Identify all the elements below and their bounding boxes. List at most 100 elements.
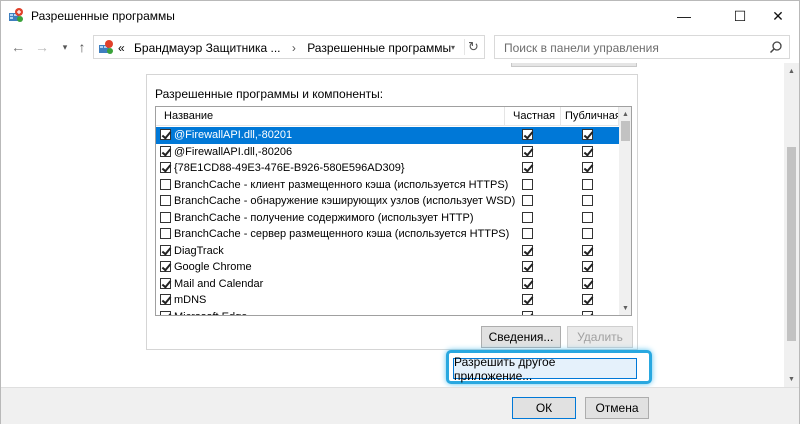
list-item[interactable]: BranchCache - получение содержимого (исп… — [156, 210, 619, 227]
public-checkbox[interactable] — [582, 145, 593, 157]
public-checkbox[interactable] — [582, 211, 593, 223]
list-item[interactable]: BranchCache - клиент размещенного кэша (… — [156, 177, 619, 194]
up-button[interactable]: ↑ — [73, 38, 91, 56]
minimize-button[interactable]: — — [661, 1, 707, 31]
delete-button[interactable]: Удалить — [567, 326, 633, 348]
list-header: Название Частная Публичная — [156, 107, 621, 126]
address-dropdown-icon[interactable]: ▾ — [446, 40, 460, 54]
enable-checkbox[interactable] — [160, 178, 171, 190]
search-input[interactable]: Поиск в панели управления — [494, 35, 790, 59]
public-checkbox[interactable] — [582, 294, 593, 305]
private-checkbox[interactable] — [522, 195, 533, 206]
enable-checkbox[interactable] — [160, 261, 171, 272]
breadcrumb-item-allowed-apps[interactable]: Разрешенные программы — [307, 41, 451, 55]
allowed-apps-list[interactable]: Название Частная Публичная @FirewallAPI.… — [155, 106, 632, 316]
breadcrumb-separator-icon[interactable]: › — [284, 41, 304, 55]
close-button[interactable]: ✕ — [755, 1, 800, 31]
enable-checkbox[interactable] — [160, 277, 171, 289]
list-item[interactable]: BranchCache - обнаружение кэширующих узл… — [156, 193, 619, 210]
enable-checkbox[interactable] — [160, 162, 171, 173]
scroll-up-icon[interactable]: ▲ — [784, 63, 799, 79]
column-divider[interactable] — [504, 107, 505, 126]
public-checkbox[interactable] — [582, 195, 593, 206]
private-checkbox[interactable] — [522, 211, 533, 223]
enable-checkbox[interactable] — [160, 294, 171, 305]
enable-checkbox[interactable] — [160, 145, 171, 157]
list-item[interactable]: DiagTrack — [156, 243, 619, 260]
scroll-up-icon[interactable]: ▲ — [619, 107, 631, 121]
app-name: Google Chrome — [174, 261, 252, 273]
breadcrumb-item-firewall[interactable]: Брандмауэр Защитника ... — [128, 41, 280, 55]
private-checkbox[interactable] — [522, 294, 533, 305]
public-checkbox[interactable] — [582, 310, 593, 315]
list-item[interactable]: {78E1CD88-49E3-476E-B926-580E596AD309} — [156, 160, 619, 177]
private-checkbox[interactable] — [522, 261, 533, 272]
list-item[interactable]: Mail and Calendar — [156, 276, 619, 293]
public-checkbox[interactable] — [582, 129, 593, 140]
private-checkbox[interactable] — [522, 277, 533, 289]
enable-checkbox[interactable] — [160, 244, 171, 256]
scroll-thumb[interactable] — [787, 147, 796, 341]
private-checkbox[interactable] — [522, 228, 533, 239]
window-title: Разрешенные программы — [31, 9, 175, 23]
app-name: BranchCache - обнаружение кэширующих узл… — [174, 195, 516, 207]
scroll-thumb[interactable] — [621, 121, 630, 141]
title-bar: Разрешенные программы — ☐ ✕ — [1, 1, 799, 31]
refresh-button[interactable]: ↻ — [464, 39, 482, 55]
app-name: DiagTrack — [174, 244, 224, 257]
app-name: Mail and Calendar — [174, 277, 264, 290]
public-checkbox[interactable] — [582, 162, 593, 173]
private-checkbox[interactable] — [522, 162, 533, 173]
enable-checkbox[interactable] — [160, 211, 171, 223]
enable-checkbox[interactable] — [160, 129, 171, 140]
details-button[interactable]: Сведения... — [481, 326, 561, 348]
list-item[interactable]: @FirewallAPI.dll,-80206 — [156, 144, 619, 161]
public-checkbox[interactable] — [582, 277, 593, 289]
breadcrumb-overflow-icon[interactable]: « — [118, 41, 125, 55]
app-name: Microsoft Edge — [174, 311, 247, 316]
navigation-bar: ← → ▾ ↑ « Брандмауэр Защитника ... › Раз… — [1, 31, 799, 63]
list-rows: @FirewallAPI.dll,-80201 @FirewallAPI.dll,… — [156, 127, 619, 316]
column-header-private[interactable]: Частная — [513, 110, 555, 122]
list-item[interactable]: BranchCache - сервер размещенного кэша (… — [156, 226, 619, 243]
ok-button[interactable]: ОК — [512, 397, 576, 419]
app-name: BranchCache - клиент размещенного кэша (… — [174, 178, 509, 191]
private-checkbox[interactable] — [522, 244, 533, 256]
enable-checkbox[interactable] — [160, 310, 171, 315]
page-scrollbar[interactable]: ▲ ▼ — [784, 63, 799, 387]
firewall-shield-icon — [9, 8, 23, 22]
column-header-public[interactable]: Публичная — [565, 110, 621, 122]
public-checkbox[interactable] — [582, 244, 593, 256]
private-checkbox[interactable] — [522, 145, 533, 157]
list-item[interactable]: Google Chrome — [156, 259, 619, 276]
allowed-apps-group: Разрешенные программы и компоненты: Назв… — [146, 74, 638, 350]
search-placeholder: Поиск в панели управления — [504, 41, 659, 55]
address-bar[interactable]: « Брандмауэр Защитника ... › Разрешенные… — [93, 35, 485, 59]
column-divider[interactable] — [560, 107, 561, 126]
change-settings-button[interactable] — [511, 63, 637, 67]
list-item[interactable]: mDNS — [156, 292, 619, 309]
public-checkbox[interactable] — [582, 261, 593, 272]
public-checkbox[interactable] — [582, 178, 593, 190]
private-checkbox[interactable] — [522, 310, 533, 315]
private-checkbox[interactable] — [522, 178, 533, 190]
column-header-name[interactable]: Название — [164, 110, 213, 122]
private-checkbox[interactable] — [522, 129, 533, 140]
enable-checkbox[interactable] — [160, 195, 171, 206]
scroll-down-icon[interactable]: ▼ — [619, 301, 631, 315]
scroll-down-icon[interactable]: ▼ — [784, 371, 799, 387]
recent-locations-button[interactable]: ▾ — [56, 38, 74, 56]
search-icon — [769, 41, 782, 54]
list-item[interactable]: @FirewallAPI.dll,-80201 — [156, 127, 619, 144]
allow-another-app-button[interactable]: Разрешить другое приложение... — [453, 355, 637, 383]
list-scrollbar[interactable]: ▲ ▼ — [619, 107, 631, 315]
cancel-button[interactable]: Отмена — [585, 397, 649, 419]
back-button[interactable]: ← — [9, 38, 27, 56]
public-checkbox[interactable] — [582, 228, 593, 239]
group-label: Разрешенные программы и компоненты: — [155, 87, 384, 101]
enable-checkbox[interactable] — [160, 228, 171, 239]
list-item[interactable]: Microsoft Edge — [156, 309, 619, 316]
app-name: mDNS — [174, 294, 207, 306]
app-name: {78E1CD88-49E3-476E-B926-580E596AD309} — [174, 162, 405, 174]
forward-button[interactable]: → — [33, 38, 51, 56]
